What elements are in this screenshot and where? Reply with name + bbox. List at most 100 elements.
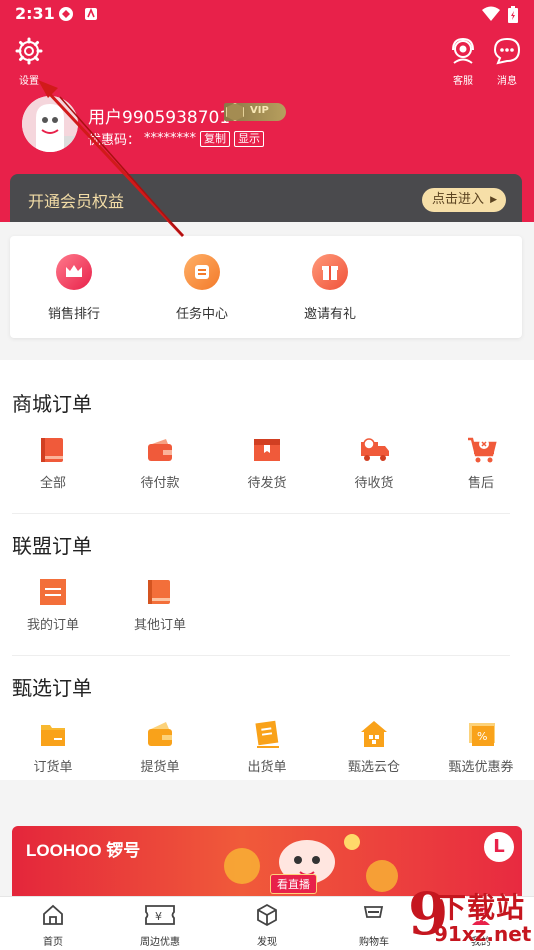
order-label: 全部 (39, 476, 66, 491)
battery-icon (508, 6, 518, 27)
order-label: 出货单 (247, 760, 287, 775)
mall-order-pending-shipment[interactable]: 待发货 (227, 436, 307, 491)
alliance-order-other[interactable]: 其他订单 (120, 578, 200, 633)
coupon-icon: % (467, 720, 495, 748)
select-order-cloud-warehouse[interactable]: 甄选云仓 (334, 720, 414, 775)
text-notification-icon (84, 6, 98, 25)
watch-live-label: 看直播 (270, 874, 317, 894)
status-time: 2:31 (15, 4, 55, 23)
profile-header: 2:31 设置 客服 消息 用户9905938701 VIP 优惠码： ****… (0, 0, 534, 222)
banner-logo: LOOHOO 锣号 (26, 841, 141, 860)
ticket-icon: ¥ (144, 905, 176, 931)
order-label: 售后 (467, 476, 494, 491)
tab-label: 发现 (257, 937, 277, 948)
order-label: 甄选优惠券 (448, 760, 514, 775)
receipt-icon (253, 720, 281, 748)
select-order-purchase[interactable]: 订货单 (13, 720, 93, 775)
quick-actions-card: 销售排行 任务中心 邀请有礼 (10, 236, 522, 338)
mall-order-after-sales[interactable]: 售后 (441, 436, 521, 491)
truck-icon (360, 436, 389, 464)
mall-order-pending-receipt[interactable]: 待收货 (334, 436, 414, 491)
alliance-orders-title: 联盟订单 (12, 534, 92, 558)
quick-item-label: 任务中心 (175, 307, 228, 322)
show-button[interactable]: 显示 (234, 130, 265, 147)
username: 用户9905938701 (88, 108, 231, 128)
vip-hexagon-icon (226, 103, 244, 121)
promo-code-label: 优惠码： (88, 133, 141, 148)
svg-text:%: % (477, 730, 487, 743)
svg-text:¥: ¥ (155, 910, 162, 923)
order-label: 待付款 (140, 476, 180, 491)
tab-home[interactable]: 首页 (13, 903, 93, 948)
wifi-icon (482, 6, 500, 26)
section-divider (12, 655, 510, 656)
headset-icon (448, 37, 478, 70)
section-divider (12, 513, 510, 514)
select-orders-title: 甄选订单 (12, 676, 92, 700)
vip-badge: VIP (224, 103, 286, 121)
quick-item-label: 邀请有礼 (303, 307, 356, 322)
tab-label: 首页 (43, 937, 63, 948)
warehouse-icon (360, 720, 388, 748)
wallet-icon (146, 436, 174, 464)
enter-member-button[interactable]: 点击进入 ▶ (422, 188, 506, 212)
cart-icon (362, 906, 386, 931)
tab-cart[interactable]: 购物车 (334, 903, 414, 948)
orders-panel: 商城订单 全部 待付款 待发货 待收货 售后 联盟订单 我的订单 其他订单 甄选… (0, 360, 534, 780)
messages-label: 消息 (497, 76, 517, 87)
home-icon (41, 904, 65, 931)
customer-service-button[interactable]: 客服 (441, 36, 485, 87)
quick-item-sales-ranking[interactable]: 销售排行 (24, 254, 124, 322)
alliance-order-mine[interactable]: 我的订单 (13, 578, 93, 633)
order-label: 订货单 (33, 760, 73, 775)
box-icon (253, 436, 281, 464)
promo-code-value: ******** (144, 131, 197, 146)
messages-button[interactable]: 消息 (485, 36, 529, 87)
quick-item-invite-gift[interactable]: 邀请有礼 (280, 254, 380, 322)
gear-icon (14, 37, 44, 70)
tab-discover[interactable]: 发现 (227, 903, 307, 948)
watermark-title: 下载站 (438, 891, 526, 924)
status-bar: 2:31 (0, 0, 534, 28)
promo-code-row: 优惠码： ******** 复制 显示 (88, 129, 265, 148)
wallet-icon (146, 720, 174, 748)
tab-nearby-deals[interactable]: ¥ 周边优惠 (120, 903, 200, 948)
tab-label: 周边优惠 (140, 937, 180, 948)
book-icon (39, 436, 67, 464)
settings-label: 设置 (19, 76, 39, 87)
order-label: 我的订单 (26, 618, 79, 633)
select-order-pickup[interactable]: 提货单 (120, 720, 200, 775)
cube-icon (255, 903, 279, 931)
service-label: 客服 (453, 76, 473, 87)
settings-button[interactable]: 设置 (7, 36, 51, 87)
vip-label: VIP (250, 105, 269, 116)
book-icon (146, 578, 174, 606)
mall-order-all[interactable]: 全部 (13, 436, 93, 491)
enter-member-label: 点击进入 (432, 192, 485, 207)
quick-item-task-center[interactable]: 任务中心 (152, 254, 252, 322)
mall-orders-title: 商城订单 (12, 392, 92, 416)
app-notification-icon (58, 6, 74, 26)
order-label: 提货单 (140, 760, 180, 775)
copy-button[interactable]: 复制 (200, 130, 231, 147)
chat-bubble-icon (492, 37, 522, 70)
order-list-icon (39, 578, 67, 606)
order-label: 待发货 (247, 476, 287, 491)
crown-icon (56, 254, 92, 290)
select-order-coupon[interactable]: % 甄选优惠券 (441, 720, 521, 775)
order-label: 待收货 (354, 476, 394, 491)
site-watermark: 9 下载站 91xz.net (408, 880, 534, 950)
member-benefits-bar[interactable]: 开通会员权益 点击进入 ▶ (10, 174, 522, 222)
order-label: 其他订单 (133, 618, 186, 633)
gift-icon (312, 254, 348, 290)
banner-badge: L (484, 832, 514, 862)
watermark-url: 91xz.net (434, 922, 532, 946)
mall-order-pending-payment[interactable]: 待付款 (120, 436, 200, 491)
avatar[interactable] (22, 96, 78, 152)
order-label: 甄选云仓 (347, 760, 400, 775)
member-bar-title: 开通会员权益 (28, 192, 125, 211)
task-icon (184, 254, 220, 290)
quick-item-label: 销售排行 (47, 307, 100, 322)
cart-return-icon (467, 436, 497, 464)
select-order-shipment[interactable]: 出货单 (227, 720, 307, 775)
